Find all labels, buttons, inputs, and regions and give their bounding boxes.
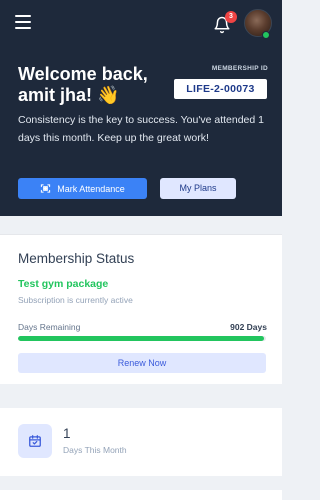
days-this-month-label: Days This Month bbox=[63, 445, 127, 455]
days-this-month-card: 1 Days This Month bbox=[0, 408, 282, 476]
welcome-heading: Welcome back, amit jha! 👋 bbox=[18, 64, 168, 106]
card-title: Membership Status bbox=[18, 251, 135, 266]
membership-status-card: Membership Status Test gym package Subsc… bbox=[0, 234, 282, 384]
membership-id-value: LIFE-2-00073 bbox=[174, 79, 267, 99]
my-plans-button[interactable]: My Plans bbox=[160, 178, 236, 199]
qr-scan-icon bbox=[40, 183, 51, 194]
wave-emoji: 👋 bbox=[97, 85, 120, 105]
calendar-check-icon bbox=[18, 424, 52, 458]
days-progress-fill bbox=[18, 336, 264, 341]
subscription-status: Subscription is currently active bbox=[18, 295, 133, 305]
user-name: amit jha! bbox=[18, 85, 93, 105]
motivation-text: Consistency is the key to success. You'v… bbox=[18, 114, 264, 144]
package-name: Test gym package bbox=[18, 278, 109, 290]
days-this-month-value: 1 bbox=[63, 426, 71, 441]
mark-attendance-label: Mark Attendance bbox=[57, 183, 125, 194]
welcome-hero: 3 Welcome back, amit jha! 👋 MEMBERSHIP I… bbox=[0, 0, 282, 216]
membership-id-label: MEMBERSHIP ID bbox=[211, 65, 268, 72]
notification-badge: 3 bbox=[225, 11, 237, 23]
online-status-dot bbox=[262, 31, 270, 39]
welcome-line: Welcome back, bbox=[18, 64, 148, 84]
days-remaining-label: Days Remaining bbox=[18, 322, 81, 332]
hamburger-menu-icon[interactable] bbox=[15, 15, 31, 29]
next-card bbox=[0, 490, 282, 500]
renew-now-button[interactable]: Renew Now bbox=[18, 353, 266, 373]
days-progress-bar bbox=[18, 336, 266, 341]
days-remaining-value: 902 Days bbox=[230, 322, 267, 332]
mark-attendance-button[interactable]: Mark Attendance bbox=[18, 178, 147, 199]
